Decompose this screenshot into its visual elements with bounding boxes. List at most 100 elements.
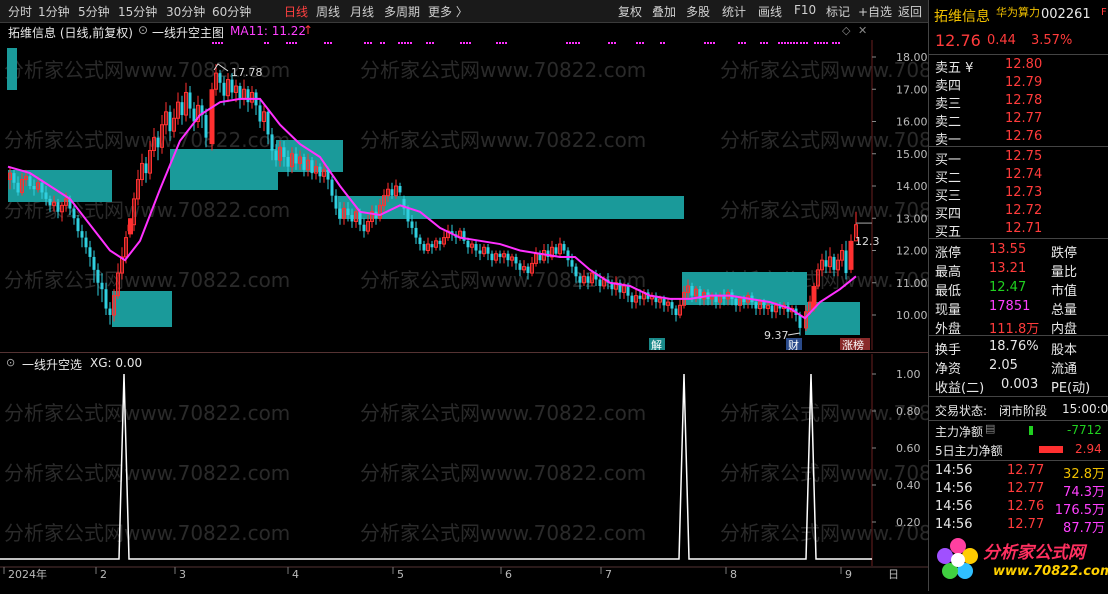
- tab-more[interactable]: 更多 〉: [428, 3, 468, 20]
- draw-line-button[interactable]: 画线: [758, 3, 782, 20]
- signal-dot: [611, 42, 613, 44]
- candle-body: [84, 237, 88, 248]
- f10-button[interactable]: F10: [794, 3, 816, 17]
- 5day-net-label: 5日主力净额: [935, 444, 1003, 458]
- panel-divider[interactable]: [0, 352, 928, 353]
- price-axis-label: 11.00: [896, 277, 928, 290]
- signal-dot: [820, 42, 822, 44]
- main-indicator-name[interactable]: 一线升空主图: [152, 24, 224, 41]
- candle-body: [578, 276, 582, 283]
- stock-concept-tag[interactable]: 华为算力: [996, 4, 1040, 20]
- tab-30min[interactable]: 30分钟: [166, 3, 205, 20]
- watermark-text: 分析家公式网www.70822.com: [360, 58, 646, 82]
- overlay-button[interactable]: 叠加: [652, 3, 676, 20]
- candle-body: [406, 208, 410, 222]
- candle-body: [128, 218, 133, 235]
- candle-body: [762, 302, 766, 309]
- tab-15min[interactable]: 15分钟: [118, 3, 157, 20]
- tab-5min[interactable]: 5分钟: [78, 3, 110, 20]
- candle-body: [12, 173, 16, 183]
- buy-level-label: 买二: [935, 171, 962, 186]
- tab-daily[interactable]: 日线: [284, 3, 308, 20]
- candle-body: [734, 298, 738, 306]
- candle-body: [574, 266, 578, 277]
- signal-dot: [838, 42, 840, 44]
- watermark-text: 分析家公式网www.70822.com: [360, 128, 646, 152]
- candle-body: [586, 276, 590, 283]
- signal-dot: [218, 42, 220, 44]
- 5day-net-bar: [1039, 446, 1063, 453]
- signal-box: [170, 149, 278, 190]
- stock-code: 002261: [1041, 7, 1091, 22]
- tab-weekly[interactable]: 周线: [316, 3, 340, 20]
- buy-level-price: 12.72: [1005, 203, 1043, 218]
- watermark-text: 分析家公式网www.70822.com: [360, 461, 646, 485]
- candle-body: [390, 189, 394, 196]
- candle-body: [562, 244, 566, 251]
- buy-level-label: 买一: [935, 153, 962, 168]
- signal-dot: [704, 42, 706, 44]
- candle-body: [104, 289, 108, 309]
- indicator-title[interactable]: 一线升空选: [22, 356, 82, 373]
- time-axis-label: 6: [505, 568, 512, 581]
- candle-body: [506, 253, 510, 261]
- signal-dot: [289, 42, 291, 44]
- doc-icon[interactable]: ▤: [985, 422, 995, 435]
- indicator-dropdown-icon[interactable]: ⊙: [138, 23, 148, 37]
- stat-value: 18.76%: [989, 339, 1039, 354]
- signal-dot: [505, 42, 507, 44]
- tick-time: 14:56: [935, 463, 973, 478]
- candle-body: [238, 86, 242, 99]
- buy-level-price: 12.71: [1005, 221, 1043, 236]
- signal-dot: [466, 42, 468, 44]
- current-price-tag: 12.3: [855, 235, 880, 248]
- candle-body: [430, 244, 434, 248]
- diamond-icon[interactable]: ◇: [842, 24, 850, 37]
- price-axis-label: 16.00: [896, 116, 928, 129]
- logo-url: www.70822.com: [993, 564, 1108, 579]
- chart-title: 拓维信息 (日线,前复权): [8, 26, 133, 40]
- signal-dot: [608, 42, 610, 44]
- buy-level-price: 12.73: [1005, 185, 1043, 200]
- tab-multi-period[interactable]: 多周期: [384, 3, 420, 20]
- mark-button[interactable]: 标记: [826, 3, 850, 20]
- stat-label: 换手: [935, 343, 962, 358]
- indicator-menu-icon[interactable]: ⊙: [6, 356, 15, 369]
- tab-fenshi[interactable]: 分时: [8, 3, 32, 20]
- stat-label-2: 流通: [1051, 362, 1078, 377]
- back-button[interactable]: 返回: [898, 3, 922, 20]
- signal-dot: [380, 42, 382, 44]
- signal-dot: [215, 42, 217, 44]
- indicator-axis-label: 0.80: [896, 405, 921, 418]
- signal-dot: [663, 42, 665, 44]
- add-watchlist-button[interactable]: +自选: [858, 3, 892, 20]
- signal-box: [338, 196, 684, 219]
- fuquan-button[interactable]: 复权: [618, 3, 642, 20]
- signal-dot: [823, 42, 825, 44]
- signal-dot: [710, 42, 712, 44]
- price-axis-label: 14.00: [896, 180, 928, 193]
- stat-value: 0.003: [1001, 377, 1039, 392]
- tab-60min[interactable]: 60分钟: [212, 3, 251, 20]
- divider: [929, 396, 1108, 397]
- signal-dot: [796, 42, 798, 44]
- stats-button[interactable]: 统计: [722, 3, 746, 20]
- candle-body: [294, 153, 298, 164]
- signal-dot: [826, 42, 828, 44]
- multi-stock-button[interactable]: 多股: [686, 3, 710, 20]
- candle-body: [418, 237, 422, 245]
- indicator-panel[interactable]: ⊙ 一线升空选 XG: 0.00 分析家公式网www.70822.com 分析家公…: [0, 354, 1006, 566]
- candle-body: [514, 256, 518, 264]
- close-icon[interactable]: ✕: [858, 24, 867, 37]
- stat-label: 净资: [935, 362, 962, 377]
- period-toolbar: 分时 1分钟 5分钟 15分钟 30分钟 60分钟 日线 周线 月线 多周期 更…: [0, 0, 928, 23]
- tab-1min[interactable]: 1分钟: [38, 3, 70, 20]
- sell-level-price: 12.76: [1005, 129, 1043, 144]
- signal-dot: [469, 42, 471, 44]
- main-kline-chart[interactable]: 分析家公式网www.70822.com 分析家公式网www.70822.com 分析…: [0, 40, 1006, 352]
- tick-volume: 74.3万: [1063, 485, 1105, 500]
- signal-dot: [707, 42, 709, 44]
- candle-body: [362, 224, 366, 232]
- tab-monthly[interactable]: 月线: [350, 3, 374, 20]
- stat-label: 涨停: [935, 246, 962, 261]
